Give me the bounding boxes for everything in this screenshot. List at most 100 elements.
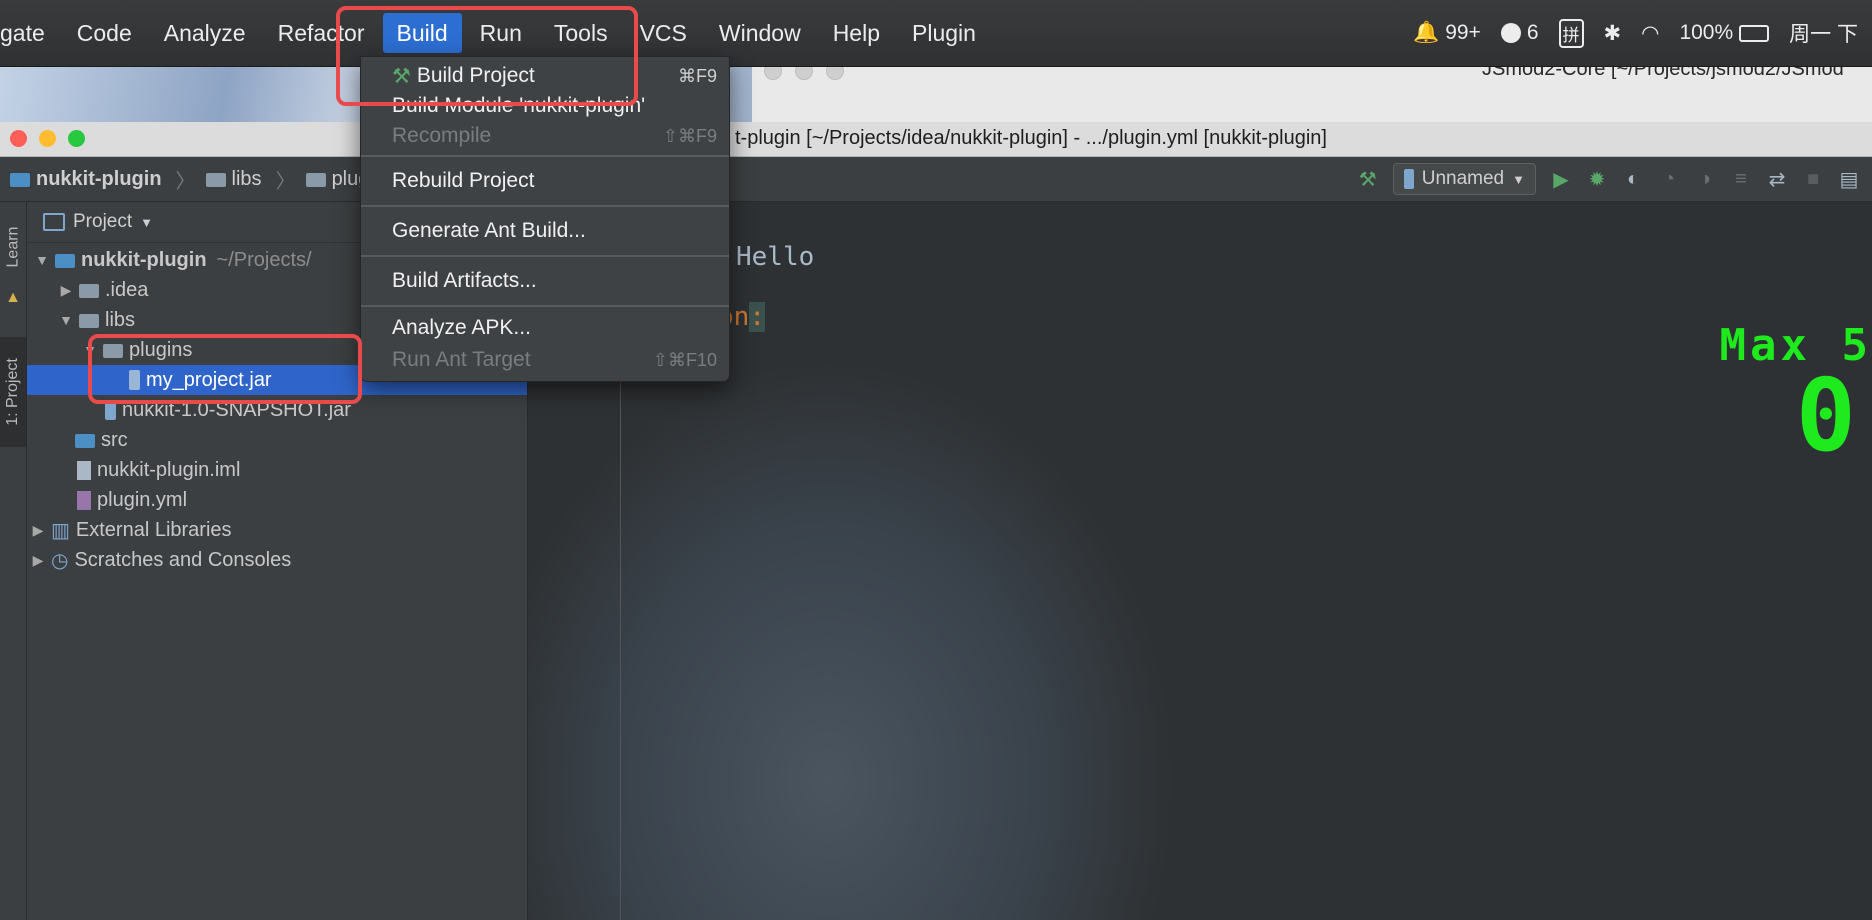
project-view-icon [43, 213, 65, 231]
folder-icon [79, 314, 99, 328]
menu-separator [361, 255, 729, 257]
iml-file-icon [77, 460, 91, 480]
tree-item-src[interactable]: src [27, 425, 527, 455]
concurrency-icon[interactable]: ◑ [1694, 168, 1716, 190]
menu-tools[interactable]: Tools [540, 13, 622, 53]
message-count: 6 [1526, 21, 1539, 44]
menu-build[interactable]: Build [382, 13, 462, 53]
build-menu-dropdown: ⚒ Build Project ⌘F9 Build Module 'nukkit… [360, 56, 730, 382]
build-artifacts-item[interactable]: Build Artifacts... [361, 261, 729, 301]
tree-item-label: External Libraries [75, 518, 232, 541]
tree-item-label: plugin.yml [97, 488, 188, 511]
module-folder-icon [10, 173, 30, 187]
battery-percent: 100% [1679, 21, 1734, 44]
clock[interactable]: 周一 下 [1789, 18, 1858, 48]
menu-separator [361, 205, 729, 207]
hammer-icon[interactable]: ⚒ [1357, 168, 1379, 191]
tree-item-label: .idea [105, 278, 149, 301]
build-module-label: Build Module 'nukkit-plugin' [392, 94, 646, 117]
profile-icon[interactable]: ◔ [1658, 168, 1680, 190]
tree-item-plugin-yml[interactable]: plugin.yml [27, 485, 527, 515]
analyze-apk-item[interactable]: Analyze APK... [361, 311, 729, 345]
folder-icon [205, 173, 226, 187]
bluetooth-icon[interactable]: ✱ [1604, 21, 1622, 46]
yml-file-icon [77, 490, 91, 510]
qq-status[interactable]: 🔔 99+ [1413, 21, 1481, 45]
jar-icon [129, 370, 140, 390]
minimize-icon[interactable] [39, 130, 56, 147]
breadcrumb-root[interactable]: nukkit-plugin 〉 [10, 165, 196, 194]
run-configuration-label: Unnamed [1421, 168, 1505, 189]
expanded-arrow-icon: ▼ [35, 252, 49, 268]
macos-menu-bar: gate Code Analyze Refactor Build Run Too… [0, 0, 1872, 67]
menu-help[interactable]: Help [819, 13, 894, 53]
message-status[interactable]: 6 [1500, 21, 1539, 45]
input-method[interactable]: 拼 [1558, 18, 1584, 48]
build-project-label: Build Project [416, 64, 535, 87]
build-module-item[interactable]: Build Module 'nukkit-plugin' [361, 91, 729, 121]
recompile-item: Recompile ⇧⌘F9 [361, 121, 729, 151]
breadcrumb-libs-label: libs [231, 167, 262, 190]
tree-item-scratches[interactable]: ▶ ◷ Scratches and Consoles [27, 545, 527, 575]
coverage-icon[interactable]: ◐ [1622, 168, 1644, 190]
menu-code[interactable]: Code [63, 13, 146, 53]
chevron-down-icon: ▼ [140, 214, 154, 230]
collapsed-arrow-icon: ▶ [32, 551, 44, 568]
chevron-right-icon: 〉 [275, 170, 296, 193]
project-structure-icon[interactable]: ▤ [1838, 168, 1860, 191]
menu-separator [361, 155, 729, 157]
learn-tab-label: Learn [4, 226, 22, 268]
left-tool-stripe: Learn ▲ 1: Project [0, 202, 27, 920]
menu-window[interactable]: Window [705, 13, 815, 53]
battery-icon [1739, 24, 1770, 42]
rebuild-project-label: Rebuild Project [392, 169, 535, 192]
analyze-apk-label: Analyze APK... [392, 316, 531, 339]
hammer-icon: ⚒ [392, 64, 411, 88]
stop-icon[interactable]: ■ [1802, 168, 1824, 190]
zoom-icon[interactable] [68, 130, 85, 147]
build-list-icon[interactable]: ≡ [1730, 168, 1752, 190]
menu-vcs[interactable]: VCS [626, 13, 701, 53]
tree-item-label: Scratches and Consoles [74, 548, 292, 571]
tree-item-external-libraries[interactable]: ▶ ▥ External Libraries [27, 515, 527, 545]
battery-status[interactable]: 100% [1679, 21, 1770, 45]
build-artifacts-label: Build Artifacts... [392, 269, 537, 292]
wifi-icon[interactable]: ◠ [1641, 21, 1659, 46]
tree-item-nukkit-jar[interactable]: nukkit-1.0-SNAPSHOT.jar [27, 395, 527, 425]
chevron-right-icon: 〉 [175, 170, 196, 193]
build-project-shortcut: ⌘F9 [677, 65, 717, 86]
code-colon: : [749, 302, 765, 332]
run-configuration-select[interactable]: Unnamed ▼ [1392, 163, 1536, 195]
menu-navigate[interactable]: gate [0, 13, 59, 53]
generate-ant-build-item[interactable]: Generate Ant Build... [361, 211, 729, 251]
tree-item-label: nukkit-plugin [81, 248, 207, 271]
menu-refactor[interactable]: Refactor [264, 13, 379, 53]
rerun-failed-icon[interactable]: ⇄ [1766, 168, 1788, 191]
learn-tool-tab[interactable]: Learn [0, 212, 26, 282]
tree-item-label: src [101, 428, 128, 451]
build-project-item[interactable]: ⚒ Build Project ⌘F9 [361, 61, 729, 91]
collapsed-arrow-icon: ▶ [32, 521, 44, 538]
tree-item-iml[interactable]: nukkit-plugin.iml [27, 455, 527, 485]
close-icon[interactable] [10, 130, 27, 147]
breadcrumb-libs[interactable]: libs 〉 [205, 165, 296, 194]
project-panel-title: Project [73, 211, 133, 232]
folder-icon [305, 173, 326, 187]
debug-icon[interactable]: ✹ [1586, 168, 1608, 191]
tree-item-label: libs [105, 308, 136, 331]
rebuild-project-item[interactable]: Rebuild Project [361, 161, 729, 201]
collapsed-arrow-icon: ▶ [60, 281, 72, 298]
menu-analyze[interactable]: Analyze [150, 13, 260, 53]
ide-window: t-plugin [~/Projects/idea/nukkit-plugin]… [0, 122, 1872, 920]
tree-item-label: my_project.jar [146, 368, 272, 391]
code-line-1: Hello [736, 242, 815, 272]
scratches-icon: ◷ [51, 549, 69, 572]
run-icon[interactable]: ▶ [1550, 168, 1572, 191]
menu-run[interactable]: Run [466, 13, 536, 53]
menu-separator [361, 305, 729, 307]
project-tool-tab[interactable]: 1: Project [0, 337, 26, 447]
libraries-icon: ▥ [51, 519, 70, 542]
chevron-down-icon: ▼ [1512, 171, 1525, 187]
menu-plugin[interactable]: Plugin [898, 13, 990, 53]
run-ant-target-label: Run Ant Target [392, 348, 531, 371]
